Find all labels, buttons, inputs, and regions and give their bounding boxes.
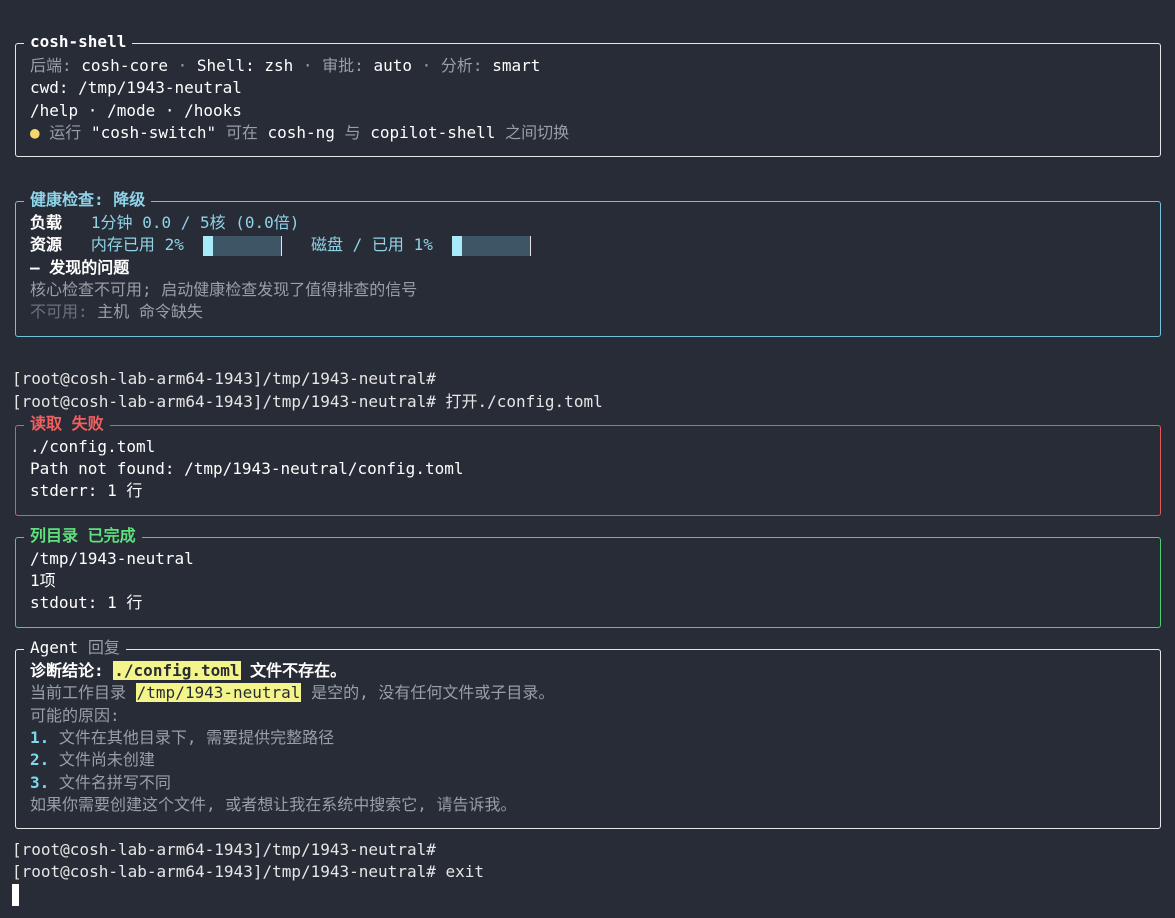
closing-line: 如果你需要创建这个文件, 或者想让我在系统中搜索它, 请告诉我。: [30, 795, 517, 814]
open-command-line: [root@cosh-lab-arm64-1943]/tmp/1943-neut…: [12, 391, 603, 413]
reason-text: 文件在其他目录下, 需要提供完整路径: [58, 728, 335, 747]
reason-number: 1.: [30, 728, 50, 747]
read-panel-path: ./config.toml: [30, 437, 156, 456]
backend-line: 后端: cosh-core · Shell: zsh · 审批: auto · …: [30, 55, 540, 77]
shell-value: zsh: [264, 56, 294, 75]
memory-usage-fill: [203, 235, 214, 256]
diagnosis-line: 诊断结论: ./config.toml 文件不存在。: [30, 660, 346, 682]
list-panel-title: 列目录 已完成: [24, 525, 142, 547]
read-panel-error: Path not found: /tmp/1943-neutral/config…: [30, 459, 464, 478]
tip-command: "cosh-switch": [90, 123, 217, 142]
unavailable-label: 不可用:: [30, 302, 88, 321]
tip-suffix: 之间切换: [505, 123, 570, 142]
reason-number: 3.: [30, 773, 50, 792]
separator: ·: [177, 56, 188, 75]
mem-label: 内存已用: [90, 235, 155, 254]
shell-prompt: [root@cosh-lab-arm64-1943]/tmp/1943-neut…: [12, 840, 436, 859]
tip-line: ● 运行 "cosh-switch" 可在 cosh-ng 与 copilot-…: [30, 122, 569, 144]
diagnosis-file: ./config.toml: [113, 661, 241, 680]
diagnosis-label: 诊断结论:: [30, 661, 104, 680]
tip-option-a: cosh-ng: [267, 123, 335, 142]
read-panel-title: 读取 失败: [24, 413, 110, 435]
tip-and: 与: [344, 123, 361, 142]
approval-label: 审批:: [322, 56, 364, 75]
terminal-cursor[interactable]: [12, 884, 19, 906]
list-panel-path: /tmp/1943-neutral: [30, 549, 194, 568]
reason-item: 2. 文件尚未创建: [30, 749, 155, 771]
disk-value: 1%: [413, 235, 433, 254]
read-panel-stderr: stderr: 1 行: [30, 481, 143, 500]
resource-label: 资源: [30, 235, 63, 254]
info-panel-title: cosh-shell: [24, 31, 133, 53]
reason-item: 1. 文件在其他目录下, 需要提供完整路径: [30, 727, 334, 749]
agent-title-en: Agent: [30, 638, 79, 657]
separator: ·: [421, 56, 432, 75]
unavailable-value: 主机 命令缺失: [97, 302, 203, 321]
commands-line: /help · /mode · /hooks: [30, 101, 242, 120]
load-value: 1分钟 0.0 / 5核 (0.0倍): [90, 213, 300, 232]
diagnosis-rest: 文件不存在。: [250, 661, 347, 680]
shell-prompt: [root@cosh-lab-arm64-1943]/tmp/1943-neut…: [12, 392, 436, 411]
lightbulb-icon: ●: [30, 123, 40, 142]
cwd-line: cwd: /tmp/1943-neutral: [30, 78, 242, 97]
agent-title-cn: 回复: [87, 638, 120, 657]
issues-title: — 发现的问题: [30, 258, 130, 277]
reason-text: 文件尚未创建: [58, 750, 155, 769]
list-panel-count: 1项: [30, 571, 56, 590]
tip-option-b: copilot-shell: [370, 123, 496, 142]
reason-item: 3. 文件名拼写不同: [30, 772, 171, 794]
resource-line: 资源 内存已用 2% 磁盘 / 已用 1%: [30, 234, 532, 256]
cwd-suffix: 是空的, 没有任何文件或子目录。: [311, 683, 555, 702]
exit-command: exit: [445, 862, 485, 881]
analysis-value: smart: [492, 56, 541, 75]
approval-value: auto: [373, 56, 412, 75]
separator: ·: [302, 56, 313, 75]
memory-usage-bar: [203, 235, 283, 256]
unavailable-line: 不可用: 主机 命令缺失: [30, 301, 203, 323]
cwd-prefix: 当前工作目录: [30, 683, 127, 702]
list-panel-stdout: stdout: 1 行: [30, 593, 143, 612]
analysis-label: 分析:: [440, 56, 483, 75]
health-panel-title: 健康检查: 降级: [24, 189, 152, 211]
cwd-path-highlight: /tmp/1943-neutral: [135, 683, 302, 702]
disk-usage-bar: [452, 235, 532, 256]
load-line: 负载 1分钟 0.0 / 5核 (0.0倍): [30, 212, 299, 234]
reason-text: 文件名拼写不同: [58, 773, 171, 792]
mem-value: 2%: [164, 235, 184, 254]
agent-panel-title: Agent 回复: [24, 637, 126, 659]
tip-mid: 可在: [225, 123, 258, 142]
reason-number: 2.: [30, 750, 50, 769]
exit-command-line: [root@cosh-lab-arm64-1943]/tmp/1943-neut…: [12, 861, 484, 883]
cwd-explanation-line: 当前工作目录 /tmp/1943-neutral 是空的, 没有任何文件或子目录…: [30, 682, 554, 704]
backend-value: cosh-core: [81, 56, 168, 75]
backend-label: 后端:: [30, 56, 72, 75]
tip-prefix: 运行: [49, 123, 82, 142]
issue-text: 核心检查不可用; 启动健康检查发现了值得排查的信号: [30, 280, 418, 299]
open-command: 打开./config.toml: [445, 392, 603, 411]
load-label: 负载: [30, 213, 63, 232]
shell-prompt: [root@cosh-lab-arm64-1943]/tmp/1943-neut…: [12, 369, 436, 388]
disk-label: 磁盘 / 已用: [311, 235, 404, 254]
shell-prompt: [root@cosh-lab-arm64-1943]/tmp/1943-neut…: [12, 862, 436, 881]
reasons-title: 可能的原因:: [30, 706, 120, 725]
shell-label: Shell:: [196, 56, 255, 75]
disk-usage-fill: [452, 235, 463, 256]
